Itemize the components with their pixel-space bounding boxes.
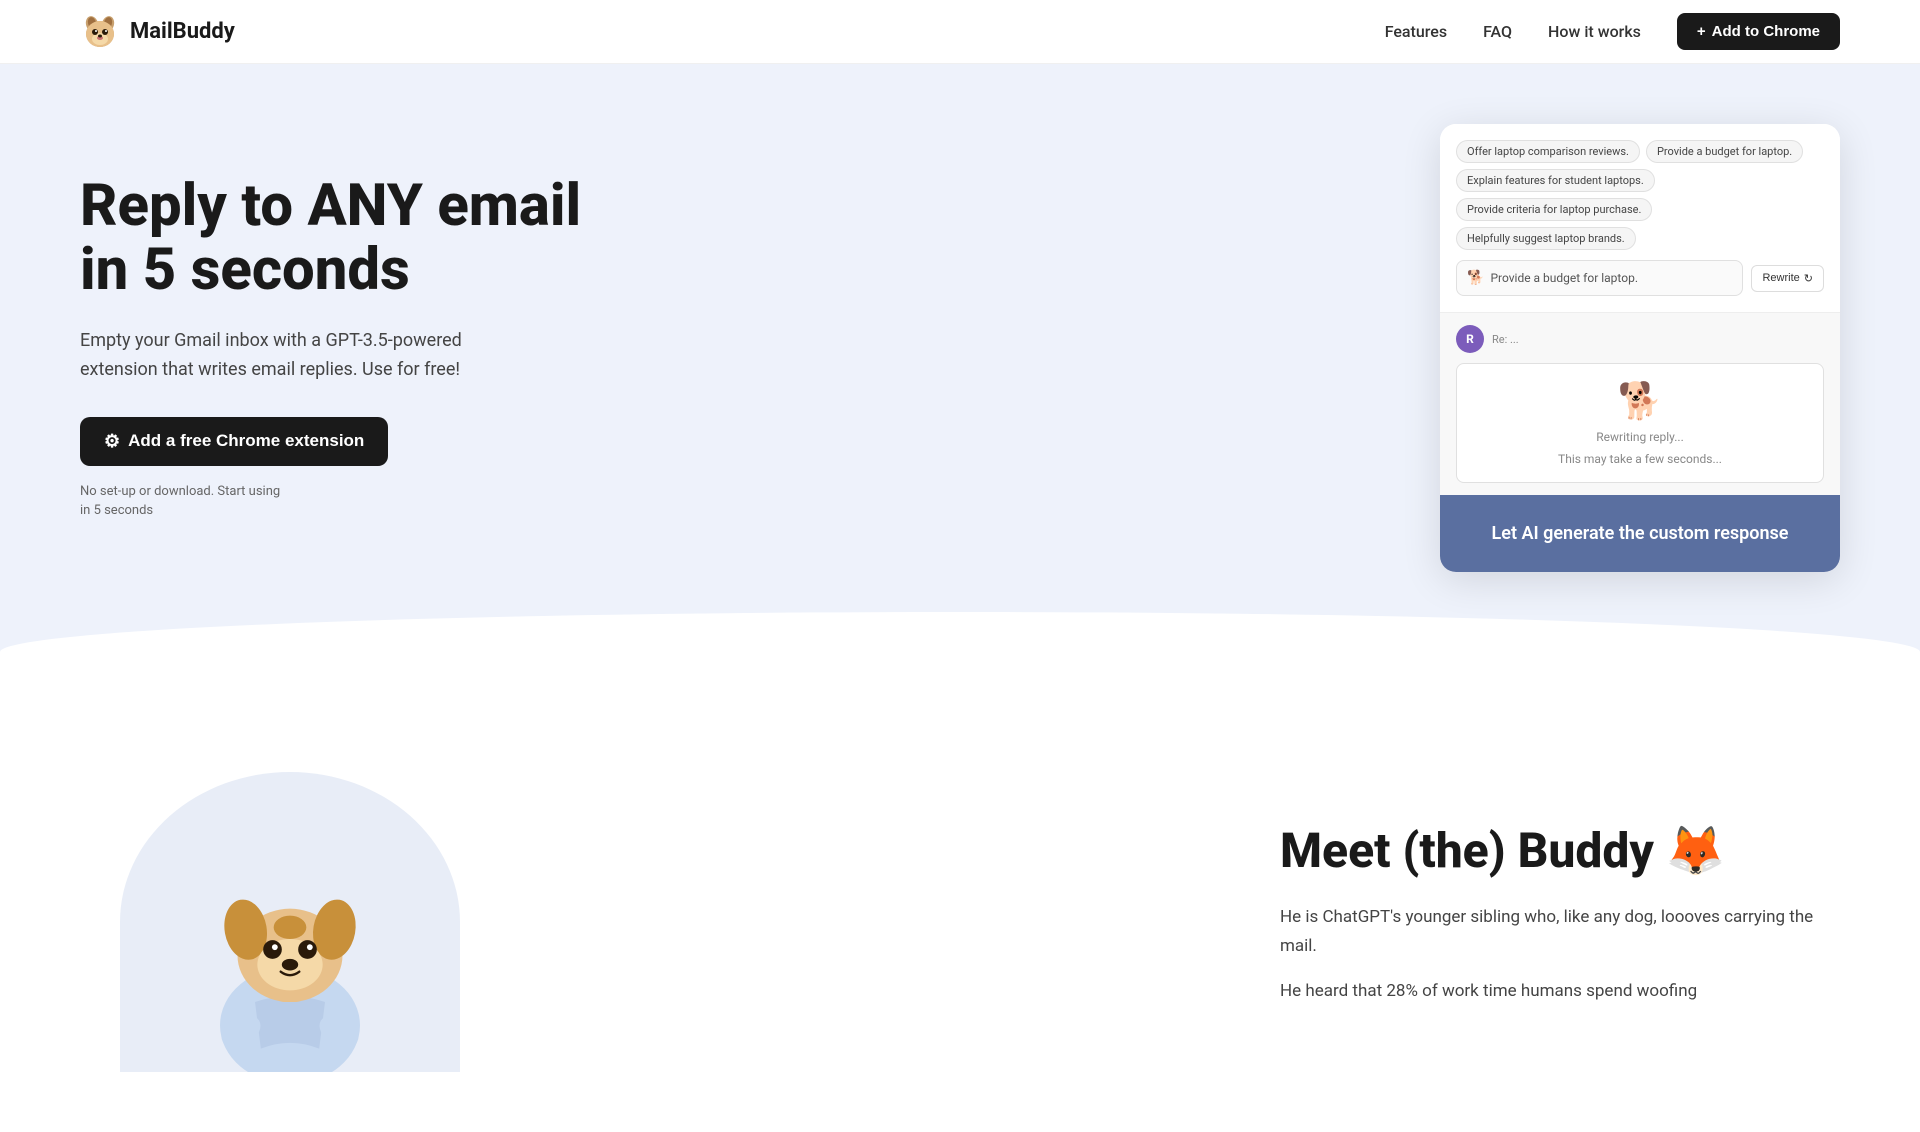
rewriting-subtext: This may take a few seconds... <box>1558 452 1722 466</box>
logo-text: MailBuddy <box>130 19 235 44</box>
chip-0: Offer laptop comparison reviews. <box>1456 140 1640 163</box>
email-meta: Re: ... <box>1492 333 1519 346</box>
wave-break <box>0 652 1920 712</box>
meet-illustration <box>80 772 500 1072</box>
rewrite-icon: ↻ <box>1804 272 1813 285</box>
screenshot-email-area: R Re: ... 🐕 Rewriting reply... This may … <box>1440 312 1840 495</box>
meet-title: Meet (the) Buddy 🦊 <box>1280 822 1840 879</box>
hero-note: No set-up or download. Start using in 5 … <box>80 482 581 521</box>
nav-how-it-works[interactable]: How it works <box>1548 22 1641 41</box>
navbar: MailBuddy Features FAQ How it works + Ad… <box>0 0 1920 64</box>
rewriting-text: Rewriting reply... <box>1596 430 1683 444</box>
plus-icon: + <box>1697 23 1706 40</box>
nav-links: Features FAQ How it works + Add to Chrom… <box>1385 13 1840 50</box>
screenshot-input-row: 🐕 Provide a budget for laptop. Rewrite ↻ <box>1456 260 1824 296</box>
hero-title: Reply to ANY email in 5 seconds <box>80 175 581 303</box>
chip-2: Explain features for student laptops. <box>1456 169 1655 192</box>
chrome-settings-icon: ⚙ <box>104 431 120 452</box>
meet-right: Meet (the) Buddy 🦊 He is ChatGPT's young… <box>1280 822 1840 1022</box>
dog-illustration <box>170 792 410 1072</box>
add-to-chrome-button[interactable]: + Add to Chrome <box>1677 13 1840 50</box>
hero-left: Reply to ANY email in 5 seconds Empty yo… <box>80 175 581 520</box>
hero-section: Reply to ANY email in 5 seconds Empty yo… <box>0 64 1920 652</box>
email-avatar: R <box>1456 325 1484 353</box>
screenshot-bottom-banner: Let AI generate the custom response <box>1440 495 1840 572</box>
meet-text-2: He heard that 28% of work time humans sp… <box>1280 977 1840 1006</box>
chip-3: Provide criteria for laptop purchase. <box>1456 198 1652 221</box>
logo-icon <box>80 12 120 52</box>
meet-section: Meet (the) Buddy 🦊 He is ChatGPT's young… <box>0 712 1920 1132</box>
logo[interactable]: MailBuddy <box>80 12 235 52</box>
hero-cta-label: Add a free Chrome extension <box>128 431 364 451</box>
rewrite-button[interactable]: Rewrite ↻ <box>1751 265 1824 292</box>
meet-text-1: He is ChatGPT's younger sibling who, lik… <box>1280 903 1840 961</box>
hero-screenshot: Offer laptop comparison reviews. Provide… <box>1440 124 1840 572</box>
nav-faq[interactable]: FAQ <box>1483 22 1512 41</box>
chip-4: Helpfully suggest laptop brands. <box>1456 227 1636 250</box>
nav-features[interactable]: Features <box>1385 22 1447 41</box>
dog-svg-container <box>160 792 420 1072</box>
chip-row: Offer laptop comparison reviews. Provide… <box>1456 140 1824 250</box>
screenshot-input: 🐕 Provide a budget for laptop. <box>1456 260 1743 296</box>
add-to-chrome-label: Add to Chrome <box>1712 23 1820 40</box>
screenshot-bottom-label: Let AI generate the custom response <box>1492 523 1789 544</box>
dog-emoji: 🐕 <box>1618 380 1663 422</box>
hero-subtitle: Empty your Gmail inbox with a GPT-3.5-po… <box>80 327 500 385</box>
email-header: R Re: ... <box>1456 325 1824 353</box>
screenshot-chips-area: Offer laptop comparison reviews. Provide… <box>1440 124 1840 312</box>
email-compose-area: 🐕 Rewriting reply... This may take a few… <box>1456 363 1824 483</box>
chip-1: Provide a budget for laptop. <box>1646 140 1803 163</box>
dog-circle <box>120 772 460 1072</box>
hero-cta-button[interactable]: ⚙ Add a free Chrome extension <box>80 417 388 466</box>
